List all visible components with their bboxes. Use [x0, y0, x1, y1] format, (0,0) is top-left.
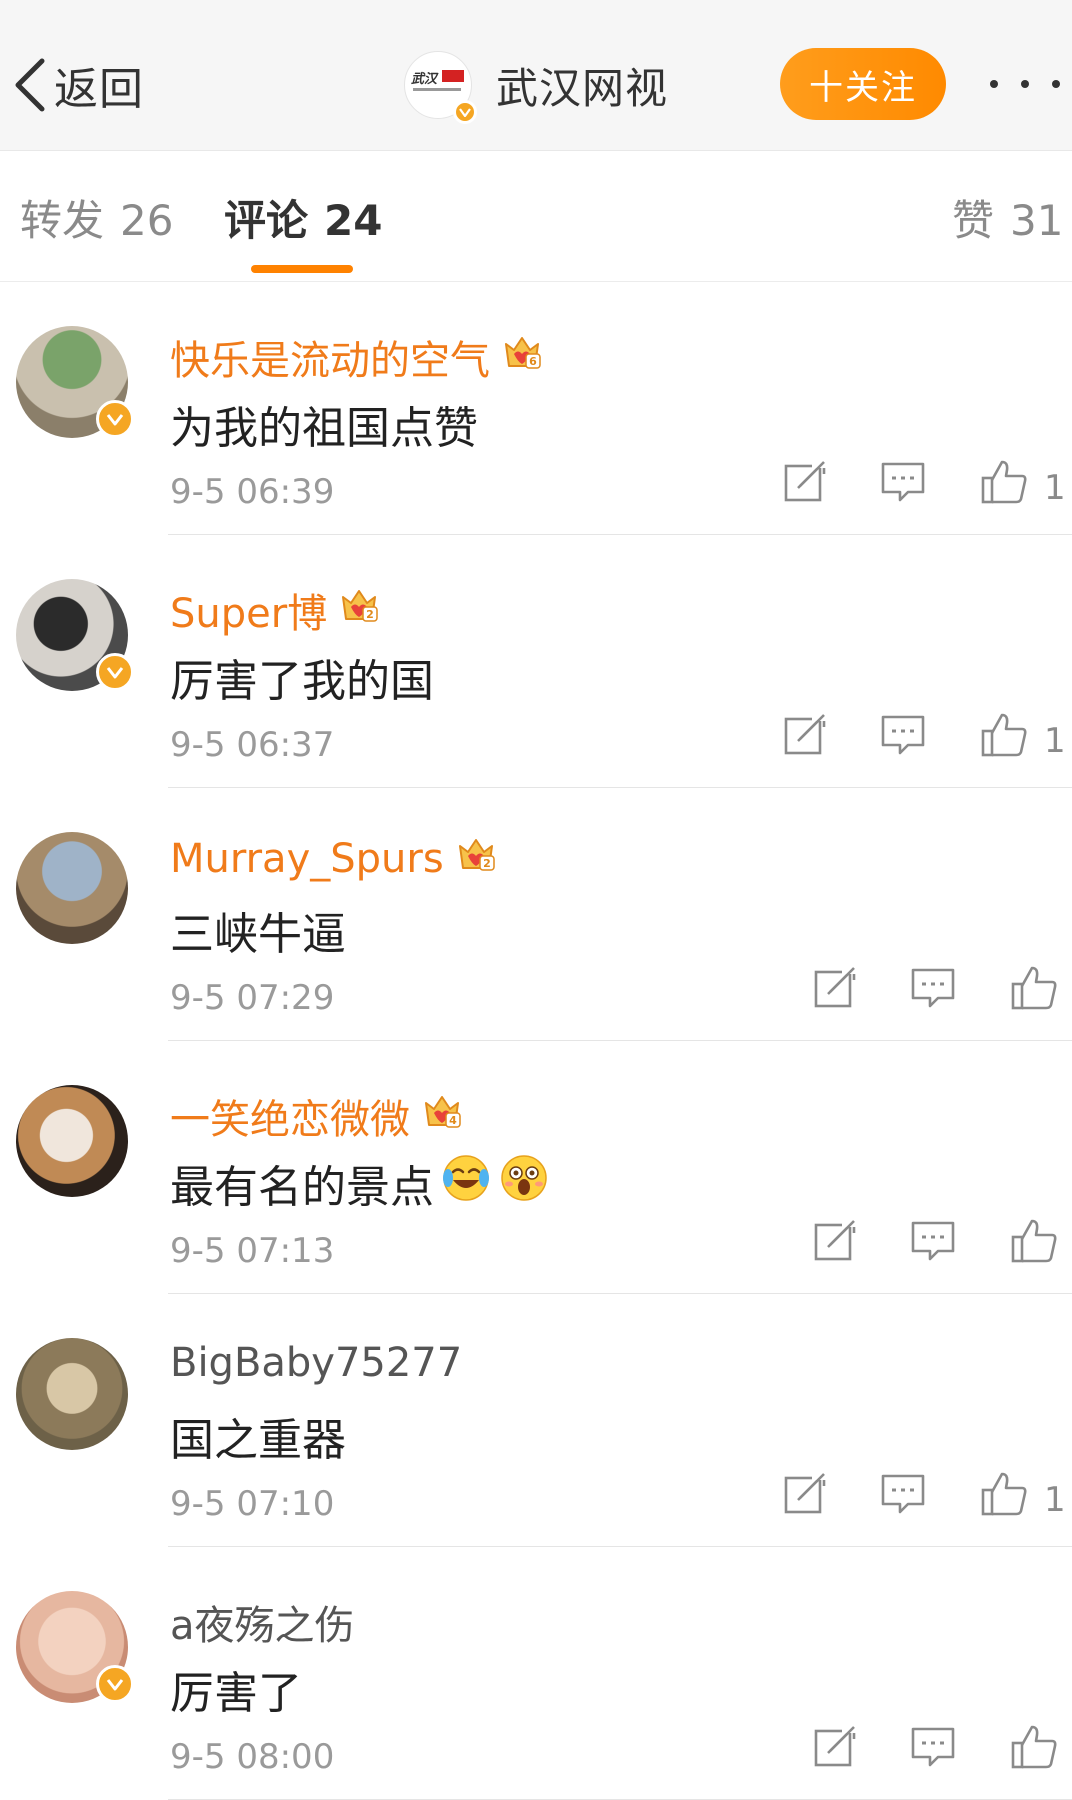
- verified-badge-icon: [96, 400, 134, 438]
- comment-item: 一笑绝恋微微 4 最有名的景点 9-5 07:13: [0, 1041, 1072, 1294]
- back-label: 返回: [54, 64, 144, 115]
- user-avatar[interactable]: [16, 1338, 128, 1450]
- comment-username[interactable]: BigBaby75277: [170, 1340, 462, 1386]
- vip-crown-icon: 4: [422, 1091, 462, 1141]
- comment-item: Super博 2 厉害了我的国 9-5 06:37 1: [0, 535, 1072, 788]
- comment-timestamp: 9-5 06:37: [170, 725, 335, 765]
- like-count: 1: [1044, 468, 1066, 508]
- repost-icon[interactable]: [812, 1217, 862, 1267]
- repost-icon[interactable]: [812, 1723, 862, 1773]
- repost-icon[interactable]: [782, 1470, 832, 1520]
- verified-badge-icon: [96, 653, 134, 691]
- comment-item: BigBaby75277 国之重器 9-5 07:10 1: [0, 1294, 1072, 1547]
- tab-bar: 转发 26 评论 24 赞 31: [0, 151, 1072, 282]
- account-name[interactable]: 武汉网视: [496, 55, 668, 116]
- account-logo-icon: 武汉: [411, 72, 438, 87]
- like-thumb-icon[interactable]: [980, 711, 1030, 761]
- comment-text: 最有名的景点: [170, 1151, 550, 1215]
- like-thumb-icon[interactable]: [1010, 1217, 1060, 1267]
- wow-emoji: [498, 1152, 550, 1215]
- like-count: 1: [1044, 721, 1066, 761]
- comment-timestamp: 9-5 07:29: [170, 978, 335, 1018]
- vip-crown-icon: 2: [339, 585, 379, 635]
- like-thumb-icon[interactable]: [1010, 964, 1060, 1014]
- back-button[interactable]: 返回: [12, 40, 144, 130]
- laugh-cry-emoji: [440, 1152, 492, 1215]
- repost-icon[interactable]: [782, 458, 832, 508]
- follow-button[interactable]: 十关注: [780, 48, 946, 120]
- tab-comments[interactable]: 评论 24: [224, 187, 382, 248]
- comment-text: 厉害了: [170, 1668, 302, 1719]
- account-header[interactable]: 武汉 武汉网视: [404, 50, 668, 124]
- top-nav-bar: 返回 武汉 武汉网视 十关注: [0, 0, 1072, 151]
- reply-comment-icon[interactable]: [910, 1723, 960, 1773]
- reply-comment-icon[interactable]: [880, 458, 930, 508]
- comment-timestamp: 9-5 08:00: [170, 1737, 335, 1777]
- comment-username[interactable]: a夜殇之伤: [170, 1593, 355, 1651]
- reply-comment-icon[interactable]: [910, 1217, 960, 1267]
- active-tab-indicator: [251, 265, 353, 273]
- like-thumb-icon[interactable]: [1010, 1723, 1060, 1773]
- comment-text: 为我的祖国点赞: [170, 403, 478, 454]
- reply-comment-icon[interactable]: [880, 711, 930, 761]
- like-count: 1: [1044, 1480, 1066, 1520]
- user-avatar[interactable]: [16, 832, 128, 944]
- comment-timestamp: 9-5 07:10: [170, 1484, 335, 1524]
- comment-username[interactable]: 一笑绝恋微微 4: [170, 1087, 462, 1145]
- vip-crown-icon: 2: [456, 834, 496, 884]
- verified-badge-icon: [453, 100, 477, 124]
- like-thumb-icon[interactable]: [980, 1470, 1030, 1520]
- repost-icon[interactable]: [782, 711, 832, 761]
- more-options-icon[interactable]: [990, 66, 1060, 102]
- tab-reposts[interactable]: 转发 26: [20, 187, 173, 248]
- user-avatar[interactable]: [16, 579, 134, 691]
- comment-text: 厉害了我的国: [170, 656, 434, 707]
- svg-text:6: 6: [529, 355, 537, 368]
- comment-item: a夜殇之伤厉害了 9-5 08:00: [0, 1547, 1072, 1800]
- comment-text: 国之重器: [170, 1415, 346, 1466]
- comment-text: 三峡牛逼: [170, 909, 346, 960]
- comment-timestamp: 9-5 06:39: [170, 472, 335, 512]
- comment-item: Murray_Spurs 2 三峡牛逼 9-5 07:29: [0, 788, 1072, 1041]
- user-avatar[interactable]: [16, 1591, 134, 1703]
- repost-icon[interactable]: [812, 964, 862, 1014]
- like-thumb-icon[interactable]: [980, 458, 1030, 508]
- comment-timestamp: 9-5 07:13: [170, 1231, 335, 1271]
- comment-username[interactable]: 快乐是流动的空气 6: [170, 328, 542, 386]
- comment-username[interactable]: Murray_Spurs 2: [170, 834, 496, 884]
- account-avatar[interactable]: 武汉: [404, 51, 477, 124]
- vip-crown-icon: 6: [502, 332, 542, 382]
- svg-text:2: 2: [483, 857, 491, 870]
- verified-badge-icon: [96, 1665, 134, 1703]
- user-avatar[interactable]: [16, 1085, 128, 1197]
- tab-likes[interactable]: 赞 31: [952, 187, 1063, 248]
- svg-text:2: 2: [366, 608, 374, 621]
- svg-text:4: 4: [449, 1114, 457, 1127]
- comment-item: 快乐是流动的空气 6 为我的祖国点赞 9-5 06:39 1: [0, 282, 1072, 535]
- chevron-left-icon: [15, 58, 45, 112]
- reply-comment-icon[interactable]: [910, 964, 960, 1014]
- comment-username[interactable]: Super博 2: [170, 581, 379, 639]
- reply-comment-icon[interactable]: [880, 1470, 930, 1520]
- user-avatar[interactable]: [16, 326, 134, 438]
